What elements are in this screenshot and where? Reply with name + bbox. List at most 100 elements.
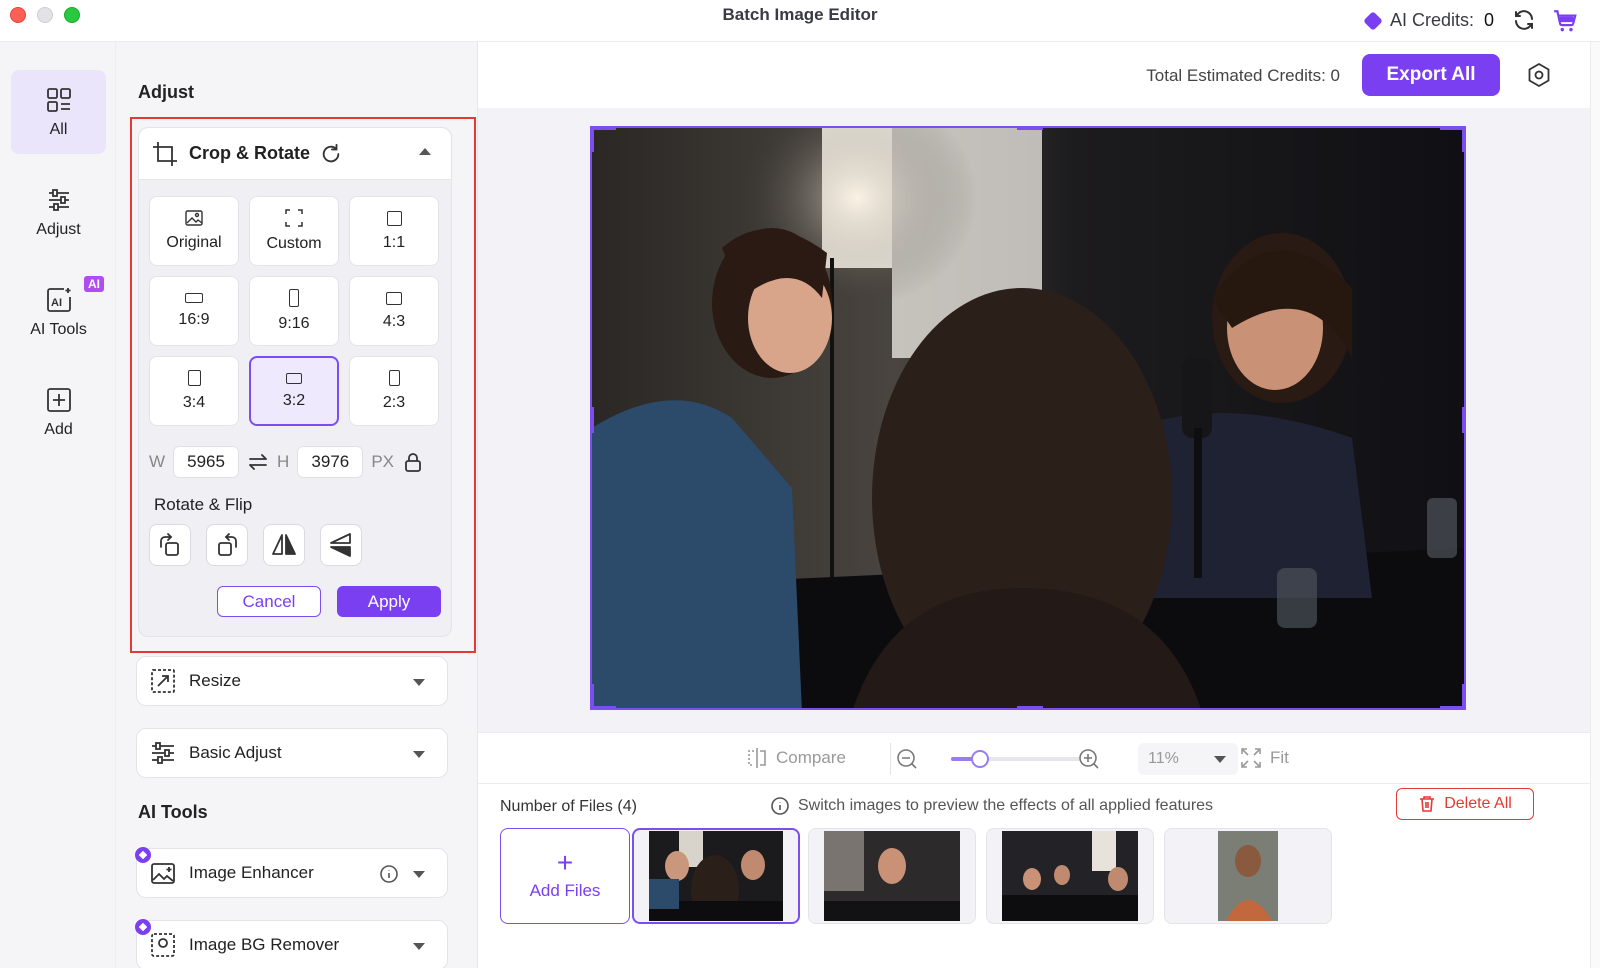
plus-icon: +: [556, 847, 574, 878]
crop-handle[interactable]: [1462, 407, 1464, 433]
rail-item-add[interactable]: Add: [11, 370, 106, 454]
crop-handle[interactable]: [592, 684, 594, 708]
ratio-custom[interactable]: Custom: [249, 196, 339, 266]
flip-horizontal-button[interactable]: [263, 524, 305, 566]
ratio-1-1[interactable]: 1:1: [349, 196, 439, 266]
ratio-4-3[interactable]: 4:3: [349, 276, 439, 346]
ratio-4-3-icon: [386, 291, 402, 305]
ratio-3-4[interactable]: 3:4: [149, 356, 239, 426]
grid-icon: [46, 88, 71, 112]
thumbnail-1[interactable]: [632, 828, 800, 924]
premium-gem-icon: [135, 847, 151, 863]
ai-tools-icon: AI: [46, 288, 71, 312]
thumbnail-image: [1218, 831, 1278, 921]
export-all-button[interactable]: Export All: [1362, 54, 1500, 96]
fit-label: Fit: [1270, 748, 1289, 767]
rotate-right-button[interactable]: [206, 524, 248, 566]
ai-badge: AI: [84, 276, 104, 292]
expand-icon[interactable]: [413, 679, 425, 686]
thumbnail-image: [824, 831, 960, 921]
nav-rail: All Adjust AI AI AI Tools Add: [0, 42, 116, 968]
thumbnail-2[interactable]: [808, 828, 976, 924]
rail-item-ai-tools[interactable]: AI AI AI Tools: [11, 270, 106, 354]
zoom-slider[interactable]: [951, 750, 1081, 768]
image-enhancer-label: Image Enhancer: [189, 863, 314, 882]
ratio-original[interactable]: Original: [149, 196, 239, 266]
dimension-row: W 5965 H 3976 PX: [149, 446, 424, 478]
ratio-2-3-icon: [388, 370, 400, 386]
compare-label: Compare: [776, 748, 846, 767]
ratio-label: 4:3: [382, 312, 406, 330]
crop-handle[interactable]: [1462, 684, 1464, 708]
swap-icon[interactable]: [247, 451, 269, 473]
ratio-9-16-icon: [289, 289, 299, 307]
expand-icon[interactable]: [413, 751, 425, 758]
crop-handle[interactable]: [592, 128, 594, 152]
compare-button[interactable]: Compare: [746, 747, 846, 769]
resize-accordion[interactable]: Resize: [136, 656, 448, 706]
ratio-16-9-icon: [185, 293, 203, 303]
rail-item-label: All: [49, 121, 68, 138]
delete-all-button[interactable]: Delete All: [1396, 788, 1534, 820]
adjust-panel: Adjust Crop & Rotate Original Custom 1:1: [116, 42, 478, 968]
ai-tools-section-title: AI Tools: [138, 802, 208, 822]
rail-item-adjust[interactable]: Adjust: [11, 170, 106, 254]
crop-rotate-header[interactable]: Crop & Rotate: [139, 128, 451, 180]
crop-rotate-title: Crop & Rotate: [189, 143, 310, 163]
ratio-label: 2:3: [382, 394, 406, 411]
basic-adjust-accordion[interactable]: Basic Adjust: [136, 728, 448, 778]
ratio-2-3[interactable]: 2:3: [349, 356, 439, 426]
window-title: Batch Image Editor: [722, 5, 878, 24]
refresh-icon[interactable]: [1512, 8, 1536, 32]
preview-photo: [592, 128, 1464, 708]
cancel-button[interactable]: Cancel: [217, 586, 321, 617]
add-square-icon: [46, 388, 71, 412]
expand-icon[interactable]: [413, 871, 425, 878]
width-label: W: [149, 452, 166, 471]
ratio-1-1-icon: [386, 210, 402, 226]
main-area: Total Estimated Credits: 0 Export All Co…: [478, 42, 1600, 968]
thumbnail-4[interactable]: [1164, 828, 1332, 924]
ratio-16-9[interactable]: 16:9: [149, 276, 239, 346]
collapse-icon[interactable]: [419, 148, 431, 155]
toolbar-divider: [890, 743, 891, 775]
lock-icon[interactable]: [402, 451, 424, 473]
image-icon: [185, 210, 203, 226]
ratio-label: 9:16: [278, 315, 310, 332]
reset-icon[interactable]: [320, 143, 342, 165]
zoom-select[interactable]: 11%: [1138, 743, 1238, 775]
zoom-in-icon[interactable]: [1078, 748, 1100, 770]
bg-remover-accordion[interactable]: Image BG Remover: [135, 919, 448, 968]
crop-handle[interactable]: [1462, 128, 1464, 152]
flip-vertical-button[interactable]: [320, 524, 362, 566]
info-icon[interactable]: [379, 864, 399, 884]
width-input[interactable]: 5965: [173, 446, 240, 478]
ratio-9-16[interactable]: 9:16: [249, 276, 339, 346]
fit-button[interactable]: Fit: [1240, 747, 1289, 769]
height-input[interactable]: 3976: [297, 446, 364, 478]
fit-icon: [1241, 748, 1261, 768]
zoom-slider-knob[interactable]: [970, 750, 989, 768]
rail-item-all[interactable]: All: [11, 70, 106, 154]
crop-handle[interactable]: [592, 407, 594, 433]
crop-handle[interactable]: [1017, 128, 1043, 130]
image-enhancer-accordion[interactable]: Image Enhancer: [135, 847, 448, 898]
ratio-3-2-icon: [286, 372, 302, 384]
settings-icon[interactable]: [1526, 62, 1552, 88]
zoom-out-icon[interactable]: [896, 748, 918, 770]
view-toolbar: Compare 11% Fit: [478, 732, 1590, 784]
add-files-button[interactable]: + Add Files: [500, 828, 630, 924]
chevron-down-icon: [1214, 756, 1226, 763]
apply-button[interactable]: Apply: [337, 586, 441, 617]
expand-icon[interactable]: [413, 943, 425, 950]
thumbnail-3[interactable]: [986, 828, 1154, 924]
preview-image[interactable]: [590, 126, 1466, 710]
estimated-credits: Total Estimated Credits: 0: [1146, 66, 1340, 85]
crop-handle[interactable]: [1017, 706, 1043, 708]
rotate-left-button[interactable]: [149, 524, 191, 566]
zoom-value: 11%: [1148, 750, 1179, 767]
credit-gem-icon: [1363, 10, 1383, 31]
ratio-label: 1:1: [382, 233, 406, 251]
cart-icon[interactable]: [1552, 8, 1578, 34]
ratio-3-2[interactable]: 3:2: [249, 356, 339, 426]
